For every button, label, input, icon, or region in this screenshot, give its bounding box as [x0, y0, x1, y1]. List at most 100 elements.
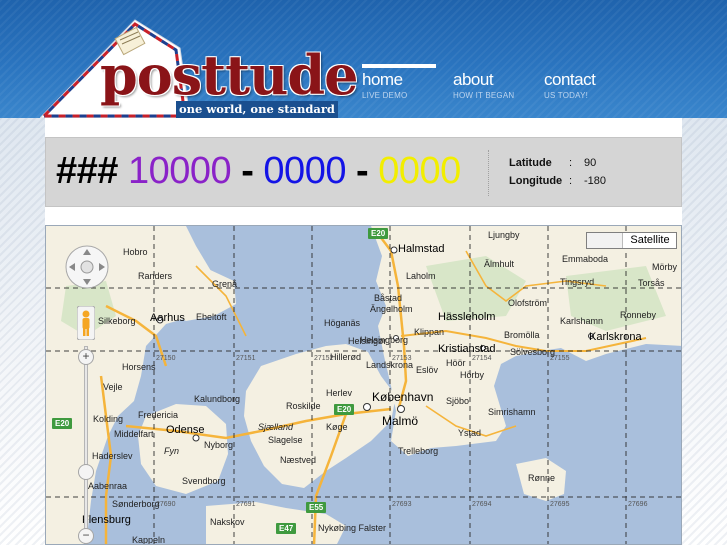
city-label: Sölvesborg	[510, 347, 556, 357]
code-prefix: ###	[56, 150, 118, 192]
brand-tagline: one world, one standard	[176, 101, 338, 118]
city-label: Rønne	[528, 473, 556, 483]
grid-label: 27693	[392, 501, 412, 508]
city-label: Vejle	[103, 382, 123, 392]
city-label: Hillerød	[330, 352, 362, 362]
nav-contact-label[interactable]: contact	[544, 70, 624, 90]
satellite-toggle[interactable]: Satellite	[586, 232, 677, 249]
city-label: Slagelse	[268, 435, 303, 445]
city-label: Silkeborg	[98, 316, 136, 326]
city-label: Nakskov	[210, 517, 245, 527]
city-label: Simrishamn	[488, 407, 536, 417]
city-label: Nyborg	[204, 440, 234, 450]
right-gutter	[682, 118, 727, 545]
posttude-code: ### 10000 - 0000 - 0000	[56, 150, 461, 192]
nav-home[interactable]: home LIVE DEMO	[362, 64, 442, 101]
code-part-1: 10000	[127, 150, 232, 192]
zoom-out-button[interactable]: −	[78, 528, 94, 544]
region-label: Sjælland	[258, 422, 294, 432]
city-label: Karlskrona	[589, 331, 642, 343]
city-label: Båstad	[374, 293, 403, 303]
grid-label: 27696	[628, 501, 648, 508]
grid-label: 27150	[156, 355, 176, 362]
city-label: Flensburg	[82, 514, 131, 526]
city-label: Ebeltoft	[196, 312, 227, 322]
zoom-in-button[interactable]: +	[78, 349, 94, 365]
city-label: Älmhult	[484, 259, 515, 269]
nav-about-label[interactable]: about	[453, 70, 533, 90]
city-label: Grenå	[212, 279, 238, 289]
region-label: Fyn	[164, 446, 180, 456]
city-label: Herlev	[326, 388, 353, 398]
left-gutter	[0, 118, 45, 545]
city-label: Nykøbing Falster	[318, 523, 387, 533]
city-label: Aabenraa	[88, 481, 128, 491]
city-label: Karlshamn	[560, 316, 604, 326]
brand-name: posttude	[100, 43, 358, 107]
zoom-slider-handle[interactable]	[78, 464, 94, 480]
city-label: Roskilde	[286, 401, 321, 411]
latitude-row: Latitude : 90	[509, 154, 624, 172]
grid-label: 27154	[472, 355, 492, 362]
code-dash-1: -	[241, 150, 254, 192]
city-label: Ronneby	[620, 310, 657, 320]
city-label: Ystad	[458, 428, 482, 438]
longitude-colon: :	[569, 175, 573, 187]
city-label: Kalundborg	[194, 394, 241, 404]
city-label: Ängelholm	[370, 304, 413, 314]
city-label: Horsens	[122, 362, 156, 372]
city-label: Halmstad	[398, 243, 445, 255]
road-shield: E20	[368, 228, 389, 239]
city-label: Torsås	[638, 278, 665, 288]
nav-contact-bar	[544, 64, 618, 68]
latitude-colon: :	[569, 157, 573, 169]
city-label: Höganäs	[324, 318, 361, 328]
code-display-panel: ### 10000 - 0000 - 0000 Latitude : 90 Lo…	[45, 137, 682, 207]
city-label: Mörby	[652, 262, 678, 272]
city-label: Trelleborg	[398, 446, 439, 456]
city-label: Randers	[138, 271, 173, 281]
city-label: Malmö	[382, 414, 419, 428]
city-label: Landskrona	[366, 360, 414, 370]
city-label: Middelfart	[114, 429, 154, 439]
code-divider	[488, 150, 489, 196]
code-dash-2: -	[356, 150, 369, 192]
city-label: Fredericia	[138, 410, 179, 420]
longitude-label: Longitude	[509, 175, 563, 187]
map-type-swatch[interactable]	[587, 233, 623, 248]
map-pan-control[interactable]	[64, 244, 110, 290]
nav-about-bar	[453, 64, 527, 68]
road-shield: E20	[334, 404, 355, 415]
city-label: Kolding	[93, 414, 124, 424]
nav-contact-sub[interactable]: US TODAY!	[544, 91, 624, 101]
city-label: Odense	[166, 424, 205, 436]
site-logo[interactable]: posttude one world, one standard	[40, 18, 358, 118]
city-label: Höör	[446, 358, 466, 368]
city-label: Tingsryd	[560, 277, 595, 287]
road-shield: E55	[306, 502, 327, 513]
active-indicator	[362, 64, 436, 68]
city-label: Emmaboda	[562, 254, 609, 264]
nav-about[interactable]: about HOW IT BEGAN	[453, 64, 533, 101]
longitude-value: -180	[584, 175, 607, 187]
nav-home-sub[interactable]: LIVE DEMO	[362, 91, 442, 101]
grid-label: 27695	[550, 501, 570, 508]
city-label: Helsingør	[348, 336, 387, 346]
city-label: Hässleholm	[438, 311, 496, 323]
nav-contact[interactable]: contact US TODAY!	[544, 64, 624, 101]
city-label: Aarhus	[150, 312, 185, 324]
road-shield: E47	[276, 523, 297, 534]
longitude-row: Longitude : -180	[509, 172, 624, 190]
city-label: Laholm	[406, 271, 436, 281]
nav-about-sub[interactable]: HOW IT BEGAN	[453, 91, 533, 101]
nav-home-label[interactable]: home	[362, 70, 442, 90]
grid-label: 27691	[236, 501, 256, 508]
satellite-label[interactable]: Satellite	[625, 233, 675, 248]
city-label: Hörby	[460, 370, 485, 380]
city-label: Kappeln	[132, 535, 166, 545]
city-label: Eslöv	[416, 365, 439, 375]
city-label: Svendborg	[182, 476, 226, 486]
map-canvas[interactable]: 27150 27151 27152 27153 27154 27155 2769…	[45, 225, 682, 545]
zoom-slider-track[interactable]	[84, 346, 88, 544]
street-view-pegman-icon[interactable]	[77, 306, 95, 340]
